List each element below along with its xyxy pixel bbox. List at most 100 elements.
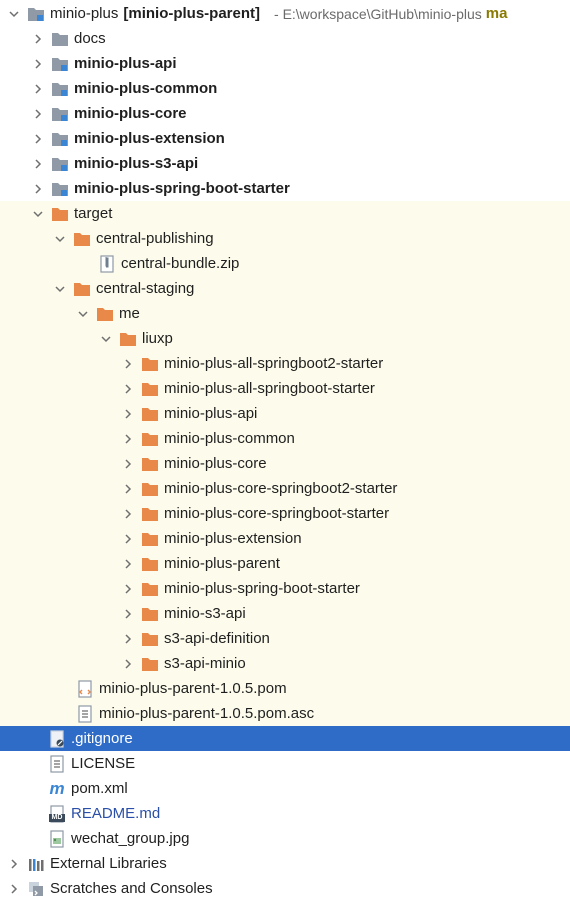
tree-row-target[interactable]: target — [0, 201, 570, 226]
tree-row-file[interactable]: LICENSE — [0, 751, 570, 776]
tree-row-module[interactable]: minio-plus-common — [0, 76, 570, 101]
tree-row-folder[interactable]: minio-plus-all-springboot2-starter — [0, 351, 570, 376]
tree-item-label: minio-plus-core — [164, 455, 267, 472]
tree-row-file-selected[interactable]: .gitignore — [0, 726, 570, 751]
libraries-icon — [27, 855, 45, 873]
tree-row-folder[interactable]: liuxp — [0, 326, 570, 351]
module-folder-icon — [51, 130, 69, 148]
excluded-folder-icon — [141, 430, 159, 448]
tree-row-folder[interactable]: minio-plus-api — [0, 401, 570, 426]
tree-row-folder[interactable]: minio-plus-spring-boot-starter — [0, 576, 570, 601]
tree-row-folder[interactable]: central-publishing — [0, 226, 570, 251]
tree-row-scratches[interactable]: Scratches and Consoles — [0, 876, 570, 901]
tree-item-label: minio-s3-api — [164, 605, 246, 622]
tree-row-file[interactable]: wechat_group.jpg — [0, 826, 570, 851]
tree-item-label: central-bundle.zip — [121, 255, 240, 272]
tree-row-external-libraries[interactable]: External Libraries — [0, 851, 570, 876]
tree-item-label: minio-plus-parent — [164, 555, 280, 572]
tree-row-module[interactable]: minio-plus-api — [0, 51, 570, 76]
chevron-right-icon[interactable] — [31, 82, 45, 96]
chevron-right-icon[interactable] — [31, 182, 45, 196]
tree-row-folder[interactable]: s3-api-minio — [0, 651, 570, 676]
project-name: minio-plus — [50, 5, 119, 22]
ignore-file-icon — [48, 729, 66, 748]
chevron-right-icon[interactable] — [121, 632, 135, 646]
zip-file-icon — [98, 254, 116, 273]
tree-row-folder[interactable]: minio-plus-core — [0, 451, 570, 476]
chevron-right-icon[interactable] — [121, 607, 135, 621]
tree-row-folder[interactable]: minio-plus-core-springboot-starter — [0, 501, 570, 526]
tree-item-label: pom.xml — [71, 780, 128, 797]
tree-row-folder[interactable]: minio-plus-parent — [0, 551, 570, 576]
chevron-right-icon[interactable] — [31, 107, 45, 121]
excluded-folder-icon — [141, 355, 159, 373]
excluded-folder-icon — [73, 280, 91, 298]
excluded-folder-icon — [96, 305, 114, 323]
chevron-right-icon[interactable] — [121, 432, 135, 446]
chevron-right-icon[interactable] — [121, 532, 135, 546]
module-label: [minio-plus-parent] — [123, 5, 261, 22]
tree-row-module[interactable]: minio-plus-spring-boot-starter — [0, 176, 570, 201]
excluded-folder-icon — [141, 580, 159, 598]
excluded-folder-icon — [141, 505, 159, 523]
chevron-right-icon[interactable] — [121, 357, 135, 371]
chevron-right-icon[interactable] — [31, 157, 45, 171]
chevron-right-icon[interactable] — [121, 657, 135, 671]
chevron-down-icon[interactable] — [31, 207, 45, 221]
chevron-down-icon[interactable] — [99, 332, 113, 346]
tree-row-module[interactable]: minio-plus-extension — [0, 126, 570, 151]
chevron-down-icon[interactable] — [53, 232, 67, 246]
tree-row-folder[interactable]: minio-s3-api — [0, 601, 570, 626]
tree-row-docs[interactable]: docs — [0, 26, 570, 51]
markdown-badge: MD — [51, 813, 63, 821]
module-folder-icon — [27, 5, 45, 23]
tree-item-label: minio-plus-parent-1.0.5.pom — [99, 680, 287, 697]
scratches-icon — [27, 880, 45, 898]
chevron-right-icon[interactable] — [7, 882, 21, 896]
tree-row-file[interactable]: MD README.md — [0, 801, 570, 826]
text-file-icon — [48, 754, 66, 773]
tree-item-label: External Libraries — [50, 855, 167, 872]
chevron-down-icon[interactable] — [53, 282, 67, 296]
chevron-right-icon[interactable] — [31, 57, 45, 71]
tree-row-folder[interactable]: minio-plus-all-springboot-starter — [0, 376, 570, 401]
tree-row-file[interactable]: minio-plus-parent-1.0.5.pom — [0, 676, 570, 701]
excluded-folder-icon — [141, 655, 159, 673]
chevron-right-icon[interactable] — [31, 32, 45, 46]
tree-row-folder[interactable]: minio-plus-extension — [0, 526, 570, 551]
tree-item-label: .gitignore — [71, 730, 133, 747]
image-file-icon — [48, 829, 66, 848]
tree-item-label: target — [74, 205, 113, 222]
tree-row-folder[interactable]: s3-api-definition — [0, 626, 570, 651]
tree-item-label: minio-plus-common — [74, 80, 218, 97]
tree-item-label: minio-plus-core-springboot2-starter — [164, 480, 398, 497]
chevron-down-icon[interactable] — [7, 7, 21, 21]
excluded-folder-icon — [141, 380, 159, 398]
tree-row-folder[interactable]: me — [0, 301, 570, 326]
chevron-right-icon[interactable] — [121, 407, 135, 421]
chevron-right-icon[interactable] — [7, 857, 21, 871]
chevron-right-icon[interactable] — [121, 482, 135, 496]
text-file-icon — [76, 704, 94, 723]
tree-row-root[interactable]: minio-plus [minio-plus-parent] - E:\work… — [0, 1, 570, 26]
tree-row-folder[interactable]: minio-plus-common — [0, 426, 570, 451]
chevron-right-icon[interactable] — [121, 382, 135, 396]
chevron-right-icon[interactable] — [121, 557, 135, 571]
chevron-right-icon[interactable] — [121, 582, 135, 596]
tree-row-file[interactable]: minio-plus-parent-1.0.5.pom.asc — [0, 701, 570, 726]
chevron-down-icon[interactable] — [76, 307, 90, 321]
excluded-folder-icon — [141, 530, 159, 548]
project-path: - E:\workspace\GitHub\minio-plus — [274, 5, 482, 22]
tree-row-module[interactable]: minio-plus-core — [0, 101, 570, 126]
tree-item-label: minio-plus-api — [74, 55, 177, 72]
tree-item-label: minio-plus-parent-1.0.5.pom.asc — [99, 705, 315, 722]
chevron-right-icon[interactable] — [121, 507, 135, 521]
tree-row-file[interactable]: central-bundle.zip — [0, 251, 570, 276]
tree-row-folder[interactable]: central-staging — [0, 276, 570, 301]
chevron-right-icon[interactable] — [31, 132, 45, 146]
tree-item-label: s3-api-minio — [164, 655, 246, 672]
tree-row-module[interactable]: minio-plus-s3-api — [0, 151, 570, 176]
chevron-right-icon[interactable] — [121, 457, 135, 471]
tree-row-file[interactable]: m pom.xml — [0, 776, 570, 801]
tree-row-folder[interactable]: minio-plus-core-springboot2-starter — [0, 476, 570, 501]
